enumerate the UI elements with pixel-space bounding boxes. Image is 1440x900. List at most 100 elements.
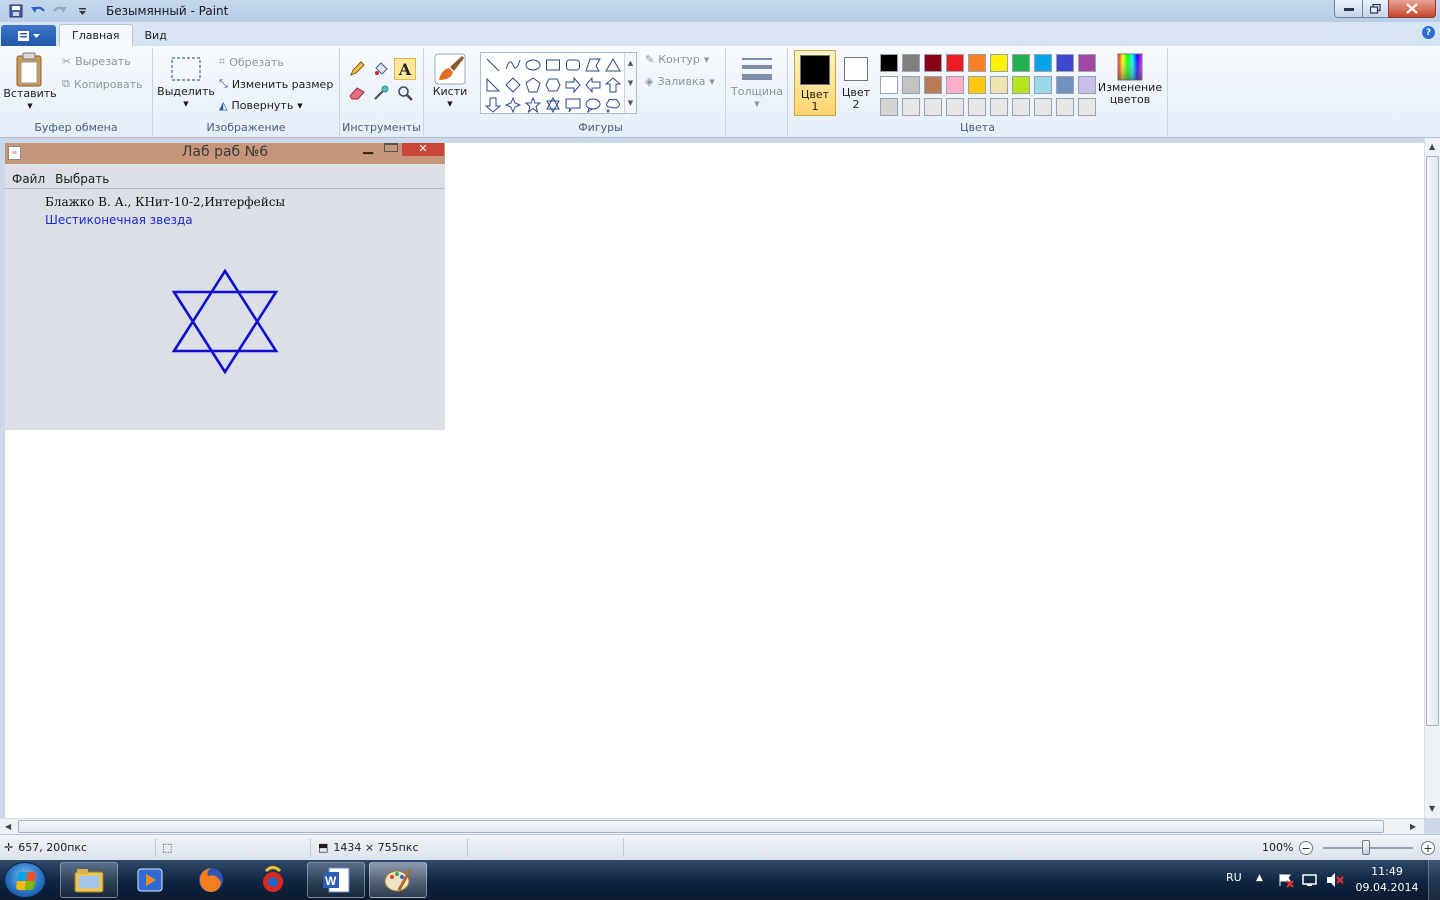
palette-color-15[interactable] [988,74,1010,96]
crop-button[interactable]: ⌗ Обрезать [219,55,284,69]
action-center-icon[interactable] [1278,872,1294,891]
shapes-scroll[interactable]: ▲ ▼ ▼ [624,53,636,113]
brushes-button[interactable]: Кисти ▼ [428,52,472,110]
volume-muted-icon[interactable] [1326,872,1344,891]
palette-color-2[interactable] [922,52,944,74]
palette-color-29[interactable] [1076,96,1098,118]
polygon-shape-icon[interactable] [583,55,603,75]
palette-color-11[interactable] [900,74,922,96]
six-point-star-shape-icon[interactable] [543,95,563,115]
palette-color-24[interactable] [966,96,988,118]
text-tool-icon[interactable]: A [394,58,416,80]
taskbar-firefox[interactable] [182,862,240,898]
palette-color-5[interactable] [988,52,1010,74]
redo-icon[interactable] [50,2,70,20]
palette-color-3[interactable] [944,52,966,74]
tray-expand-icon[interactable]: ▲ [1256,873,1263,883]
minimize-button[interactable] [1334,0,1363,18]
network-icon[interactable] [1302,872,1318,891]
color-picker-icon[interactable] [370,82,392,104]
palette-color-7[interactable] [1032,52,1054,74]
hexagon-shape-icon[interactable] [543,75,563,95]
oval-callout-shape-icon[interactable] [583,95,603,115]
fill-button[interactable]: ◈ Заливка ▼ [645,75,715,88]
paste-button[interactable]: Вставить ▼ [3,52,57,112]
customize-toolbar-icon[interactable] [72,2,92,20]
edit-colors-button[interactable]: Изменение цветов [1098,52,1162,106]
triangle-shape-icon[interactable] [603,55,623,75]
rect-callout-shape-icon[interactable] [563,95,583,115]
palette-color-26[interactable] [1010,96,1032,118]
left-arrow-shape-icon[interactable] [583,75,603,95]
cloud-callout-shape-icon[interactable] [603,95,623,115]
taskbar-word[interactable]: W [307,862,365,898]
rotate-button[interactable]: ◭ Повернуть ▼ [219,99,303,112]
system-clock[interactable]: 11:49 09.04.2014 [1352,864,1422,896]
rectangle-shape-icon[interactable] [543,55,563,75]
scroll-down-arrow-icon[interactable]: ▼ [1429,804,1435,813]
copy-button[interactable]: ⧉ Копировать [62,77,143,91]
palette-color-28[interactable] [1054,96,1076,118]
palette-color-0[interactable] [878,52,900,74]
palette-color-8[interactable] [1054,52,1076,74]
color2-button[interactable]: Цвет 2 [838,50,874,116]
palette-color-12[interactable] [922,74,944,96]
five-point-star-shape-icon[interactable] [523,95,543,115]
palette-color-13[interactable] [944,74,966,96]
palette-color-21[interactable] [900,96,922,118]
fill-bucket-icon[interactable] [370,58,392,80]
palette-color-23[interactable] [944,96,966,118]
taskbar-paint[interactable] [369,862,427,898]
four-point-star-shape-icon[interactable] [503,95,523,115]
up-arrow-shape-icon[interactable] [603,75,623,95]
palette-color-14[interactable] [966,74,988,96]
start-button[interactable] [4,862,46,898]
oval-shape-icon[interactable] [523,55,543,75]
magnifier-icon[interactable] [394,82,416,104]
scroll-up-arrow-icon[interactable]: ▲ [1429,142,1435,151]
taskbar-media-player[interactable] [121,862,179,898]
down-arrow-shape-icon[interactable] [483,95,503,115]
language-indicator[interactable]: RU [1226,871,1242,884]
palette-color-25[interactable] [988,96,1010,118]
pencil-icon[interactable] [346,58,368,80]
vertical-scrollbar[interactable]: ▲ ▼ [1424,138,1440,818]
taskbar-opera[interactable] [244,862,302,898]
pentagon-shape-icon[interactable] [523,75,543,95]
tab-home[interactable]: Главная [59,24,133,46]
rounded-rectangle-shape-icon[interactable] [563,55,583,75]
select-button[interactable]: Выделить ▼ [157,52,215,110]
diamond-shape-icon[interactable] [503,75,523,95]
horizontal-scrollbar[interactable]: ◀ ▶ [0,818,1424,834]
right-arrow-shape-icon[interactable] [563,75,583,95]
palette-color-18[interactable] [1054,74,1076,96]
zoom-out-button[interactable]: − [1299,841,1313,855]
scroll-up-icon[interactable]: ▲ [628,59,633,67]
size-button[interactable]: Толщина ▼ [730,54,784,110]
scroll-right-arrow-icon[interactable]: ▶ [1410,822,1416,831]
save-icon[interactable] [6,2,26,20]
line-shape-icon[interactable] [483,55,503,75]
vertical-scroll-thumb[interactable] [1426,156,1439,726]
zoom-in-button[interactable]: + [1421,841,1435,855]
palette-color-9[interactable] [1076,52,1098,74]
zoom-slider-thumb[interactable] [1362,840,1370,855]
palette-color-27[interactable] [1032,96,1054,118]
curve-shape-icon[interactable] [503,55,523,75]
palette-color-22[interactable] [922,96,944,118]
tab-view[interactable]: Вид [133,24,179,46]
horizontal-scroll-thumb[interactable] [18,820,1384,833]
palette-color-4[interactable] [966,52,988,74]
help-icon[interactable]: ? [1422,26,1435,39]
palette-color-19[interactable] [1076,74,1098,96]
color1-button[interactable]: Цвет 1 [794,50,836,116]
cut-button[interactable]: ✂ Вырезать [62,55,131,68]
resize-button[interactable]: ⤡ Изменить размер [219,77,333,91]
palette-color-16[interactable] [1010,74,1032,96]
paint-menu-button[interactable] [1,25,56,46]
eraser-icon[interactable] [346,82,368,104]
restore-button[interactable] [1362,0,1389,18]
scroll-left-arrow-icon[interactable]: ◀ [5,822,11,831]
palette-color-20[interactable] [878,96,900,118]
taskbar-explorer[interactable] [60,862,118,898]
